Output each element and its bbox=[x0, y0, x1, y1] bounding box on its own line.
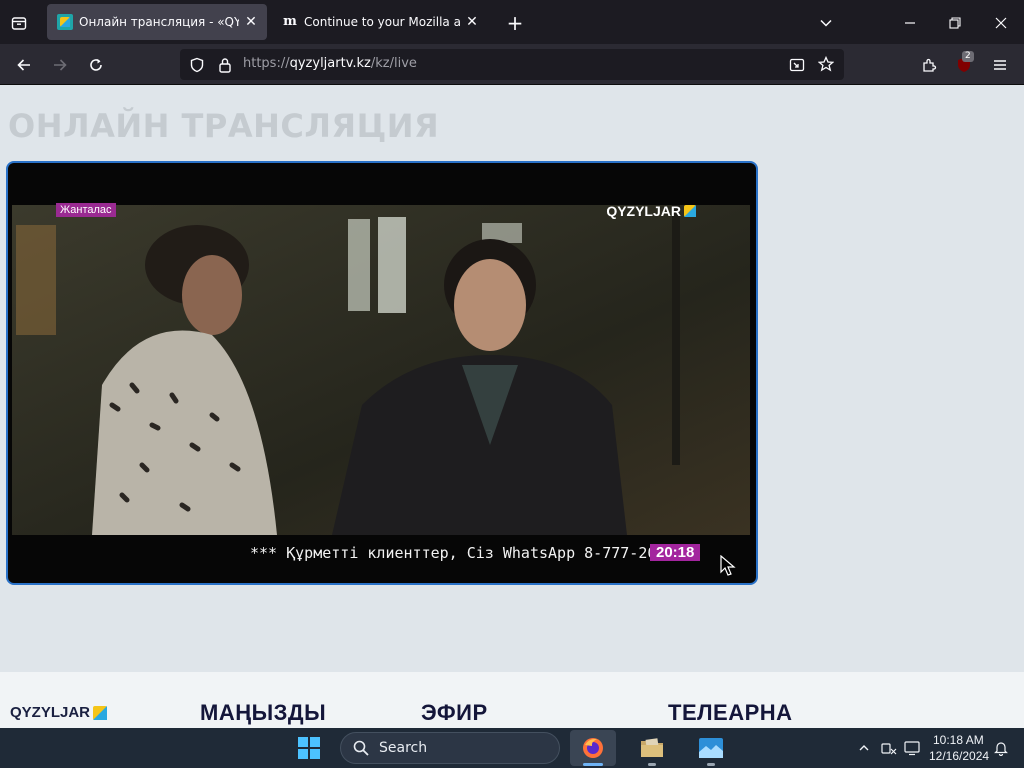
search-label: Search bbox=[379, 740, 428, 756]
chevron-down-icon[interactable] bbox=[814, 11, 838, 35]
picture-in-picture-icon[interactable] bbox=[788, 56, 806, 74]
broadcast-clock: 20:18 bbox=[650, 544, 701, 561]
forward-arrow-icon[interactable] bbox=[48, 53, 72, 77]
video-frame bbox=[12, 205, 750, 535]
tab-mozilla-account[interactable]: m Continue to your Mozilla accou ✕ bbox=[272, 4, 488, 40]
mouse-cursor-icon bbox=[720, 555, 736, 576]
display-icon[interactable] bbox=[903, 739, 921, 757]
web-page: ОНЛАЙН ТРАНСЛЯЦИЯ Жанталас QYZYLJAR *** … bbox=[0, 85, 1024, 728]
photos-icon bbox=[699, 738, 723, 758]
active-app-indicator bbox=[583, 763, 603, 766]
url-path: /kz/live bbox=[370, 56, 417, 71]
minimize-icon[interactable] bbox=[898, 11, 922, 35]
url-text[interactable]: https://qyzyljartv.kz/kz/live bbox=[243, 56, 417, 71]
url-host: qyzyljartv.kz bbox=[289, 56, 371, 71]
footer-heading-broadcast: ЭФИР bbox=[421, 700, 488, 725]
taskbar-photos[interactable] bbox=[688, 730, 734, 766]
qyzyljar-logo-icon bbox=[684, 205, 696, 217]
open-app-indicator bbox=[648, 763, 656, 766]
tab-strip: Онлайн трансляция - «QYZYL ✕ m Continue … bbox=[0, 0, 1024, 44]
extensions-icon[interactable] bbox=[917, 53, 941, 77]
extension-badge: 2 bbox=[962, 51, 974, 62]
bookmark-star-icon[interactable] bbox=[817, 55, 835, 73]
notification-bell-icon[interactable] bbox=[992, 739, 1010, 757]
channel-logo-overlay: QYZYLJAR bbox=[606, 203, 696, 219]
taskbar-search[interactable]: Search bbox=[340, 732, 560, 764]
channel-logo-text: QYZYLJAR bbox=[606, 203, 681, 219]
url-scheme: https:// bbox=[243, 56, 290, 71]
restore-icon[interactable] bbox=[943, 11, 967, 35]
close-tab-icon[interactable]: ✕ bbox=[464, 14, 480, 30]
taskbar-firefox[interactable] bbox=[570, 730, 616, 766]
hamburger-menu-icon[interactable] bbox=[988, 53, 1012, 77]
footer-heading-channel: ТЕЛЕАРНА bbox=[668, 700, 793, 725]
clock-date[interactable]: 12/16/2024 bbox=[929, 749, 989, 763]
list-all-tabs-icon[interactable] bbox=[8, 12, 30, 34]
mozilla-m-icon: m bbox=[283, 14, 297, 29]
clock-time[interactable]: 10:18 AM bbox=[933, 733, 984, 747]
search-icon bbox=[353, 740, 369, 756]
qyzyljar-favicon-icon bbox=[57, 14, 73, 30]
firefox-icon bbox=[583, 738, 603, 758]
open-app-indicator bbox=[707, 763, 715, 766]
chevron-up-icon[interactable] bbox=[856, 740, 872, 756]
page-title: ОНЛАЙН ТРАНСЛЯЦИЯ bbox=[8, 107, 440, 145]
address-bar[interactable]: https://qyzyljartv.kz/kz/live bbox=[180, 49, 844, 80]
ublock-extension-icon[interactable]: 2 bbox=[952, 51, 976, 77]
footer-brand[interactable]: QYZYLJAR bbox=[10, 704, 108, 721]
reload-icon[interactable] bbox=[84, 53, 108, 77]
close-tab-icon[interactable]: ✕ bbox=[243, 14, 259, 30]
genre-tag: Жанталас bbox=[56, 203, 116, 217]
tab-title: Continue to your Mozilla accou bbox=[304, 15, 460, 29]
windows-taskbar: Search 10:18 AM 12/16/2024 bbox=[0, 728, 1024, 768]
qyzyljar-logo-icon bbox=[93, 705, 108, 720]
footer-logo-text: QYZYLJAR bbox=[10, 704, 91, 721]
start-button[interactable] bbox=[286, 730, 332, 766]
navigation-toolbar: https://qyzyljartv.kz/kz/live 2 bbox=[0, 44, 1024, 85]
footer-heading-important: МАҢЫЗДЫ bbox=[200, 700, 327, 725]
news-ticker: *** Құрметті клиенттер, Сіз WhatsApp 8-7… bbox=[250, 544, 702, 562]
back-arrow-icon[interactable] bbox=[12, 53, 36, 77]
new-tab-icon[interactable]: + bbox=[503, 11, 527, 35]
windows-logo-icon bbox=[298, 737, 320, 759]
folder-icon bbox=[641, 738, 663, 757]
close-window-icon[interactable] bbox=[989, 11, 1013, 35]
video-player[interactable]: Жанталас QYZYLJAR *** Құрметті клиенттер… bbox=[6, 161, 758, 585]
tab-live-stream[interactable]: Онлайн трансляция - «QYZYL ✕ bbox=[47, 4, 267, 40]
video-scene-image bbox=[12, 205, 750, 535]
taskbar-file-explorer[interactable] bbox=[629, 730, 675, 766]
tab-title: Онлайн трансляция - «QYZYL bbox=[79, 15, 239, 29]
site-footer: QYZYLJAR МАҢЫЗДЫ ЭФИР ТЕЛЕАРНА bbox=[0, 672, 1024, 728]
network-status-icon[interactable] bbox=[880, 739, 898, 757]
lock-icon[interactable] bbox=[216, 56, 234, 74]
tracking-shield-icon[interactable] bbox=[188, 56, 206, 74]
